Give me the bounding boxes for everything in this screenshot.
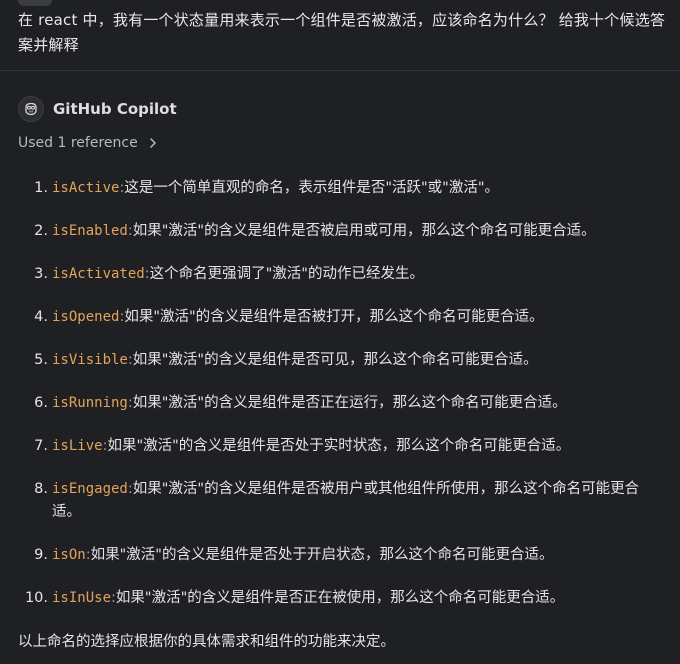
list-item-number: 3. [34,266,48,282]
list-item-description: 如果"激活"的含义是组件是否可见，那么这个命名可能更合适。 [132,352,538,368]
list-item-description: 这是一个简单直观的命名，表示组件是否"活跃"或"激活"。 [124,180,500,196]
references-label: Used 1 reference [18,135,138,151]
list-item-number: 4. [34,309,48,325]
list-item-description: 如果"激活"的含义是组件是否被用户或其他组件所使用，那么这个命名可能更合适。 [52,481,640,520]
list-item-description: 如果"激活"的含义是组件是否处于开启状态，那么这个命名可能更合适。 [90,547,554,563]
list-item-description: 如果"激活"的含义是组件是否处于实时状态，那么这个命名可能更合适。 [107,438,571,454]
list-item-number: 8. [34,481,48,497]
list-item: 8. isEngaged:如果"激活"的含义是组件是否被用户或其他组件所使用，那么… [0,478,680,524]
list-item-number: 1. [34,180,48,196]
list-item-number: 10. [24,590,48,606]
inline-code: isActivated [52,266,145,282]
answer-conclusion: 以上命名的选择应根据你的具体需求和组件的功能来决定。 [18,634,395,650]
inline-code: isEnabled [52,223,128,239]
inline-code: isInUse [52,590,112,606]
list-item: 10. isInUse:如果"激活"的含义是组件是否正在被使用，那么这个命名可能更… [0,587,680,610]
assistant-header: GitHub Copilot [18,95,177,123]
list-item-description: 如果"激活"的含义是组件是否被打开，那么这个命名可能更合适。 [124,309,544,325]
user-avatar [18,0,52,6]
chevron-right-icon [148,137,158,149]
list-item-number: 2. [34,223,48,239]
references-toggle[interactable]: Used 1 reference [18,132,158,154]
copilot-icon [18,96,44,122]
list-item: 3. isActivated:这个命名更强调了"激活"的动作已经发生。 [0,263,680,286]
inline-code: isRunning [52,395,128,411]
inline-code: isEngaged [52,481,128,497]
list-item-number: 5. [34,352,48,368]
list-item: 2. isEnabled:如果"激活"的含义是组件是否被启用或可用，那么这个命名可… [0,220,680,243]
list-item-description: 如果"激活"的含义是组件是否正在运行，那么这个命名可能更合适。 [132,395,567,411]
list-item-description: 这个命名更强调了"激活"的动作已经发生。 [149,266,424,282]
list-item: 6. isRunning:如果"激活"的含义是组件是否正在运行，那么这个命名可能更… [0,392,680,415]
chat-panel: 在 react 中，我有一个状态量用来表示一个组件是否被激活，应该命名为什么？ … [0,0,680,664]
list-item-description: 如果"激活"的含义是组件是否被启用或可用，那么这个命名可能更合适。 [132,223,596,239]
answer-list: 1. isActive:这是一个简单直观的命名，表示组件是否"活跃"或"激活"。 … [0,177,680,630]
user-message-header [18,0,78,6]
list-item-number: 7. [34,438,48,454]
list-item-number: 9. [34,547,48,563]
inline-code: isOn [52,547,86,563]
list-item-description: 如果"激活"的含义是组件是否正在被使用，那么这个命名可能更合适。 [115,590,565,606]
inline-code: isLive [52,438,103,454]
assistant-name: GitHub Copilot [53,100,177,118]
list-item: 1. isActive:这是一个简单直观的命名，表示组件是否"活跃"或"激活"。 [0,177,680,200]
list-item: 9. isOn:如果"激活"的含义是组件是否处于开启状态，那么这个命名可能更合适。 [0,544,680,567]
inline-code: isVisible [52,352,128,368]
list-item: 5. isVisible:如果"激活"的含义是组件是否可见，那么这个命名可能更合适… [0,349,680,372]
list-item: 4. isOpened:如果"激活"的含义是组件是否被打开，那么这个命名可能更合适… [0,306,680,329]
message-divider [0,70,680,71]
list-item: 7. isLive:如果"激活"的含义是组件是否处于实时状态，那么这个命名可能更合… [0,435,680,458]
user-question-text: 在 react 中，我有一个状态量用来表示一个组件是否被激活，应该命名为什么？ … [18,11,666,54]
list-item-number: 6. [34,395,48,411]
inline-code: isOpened [52,309,120,325]
inline-code: isActive [52,180,120,196]
